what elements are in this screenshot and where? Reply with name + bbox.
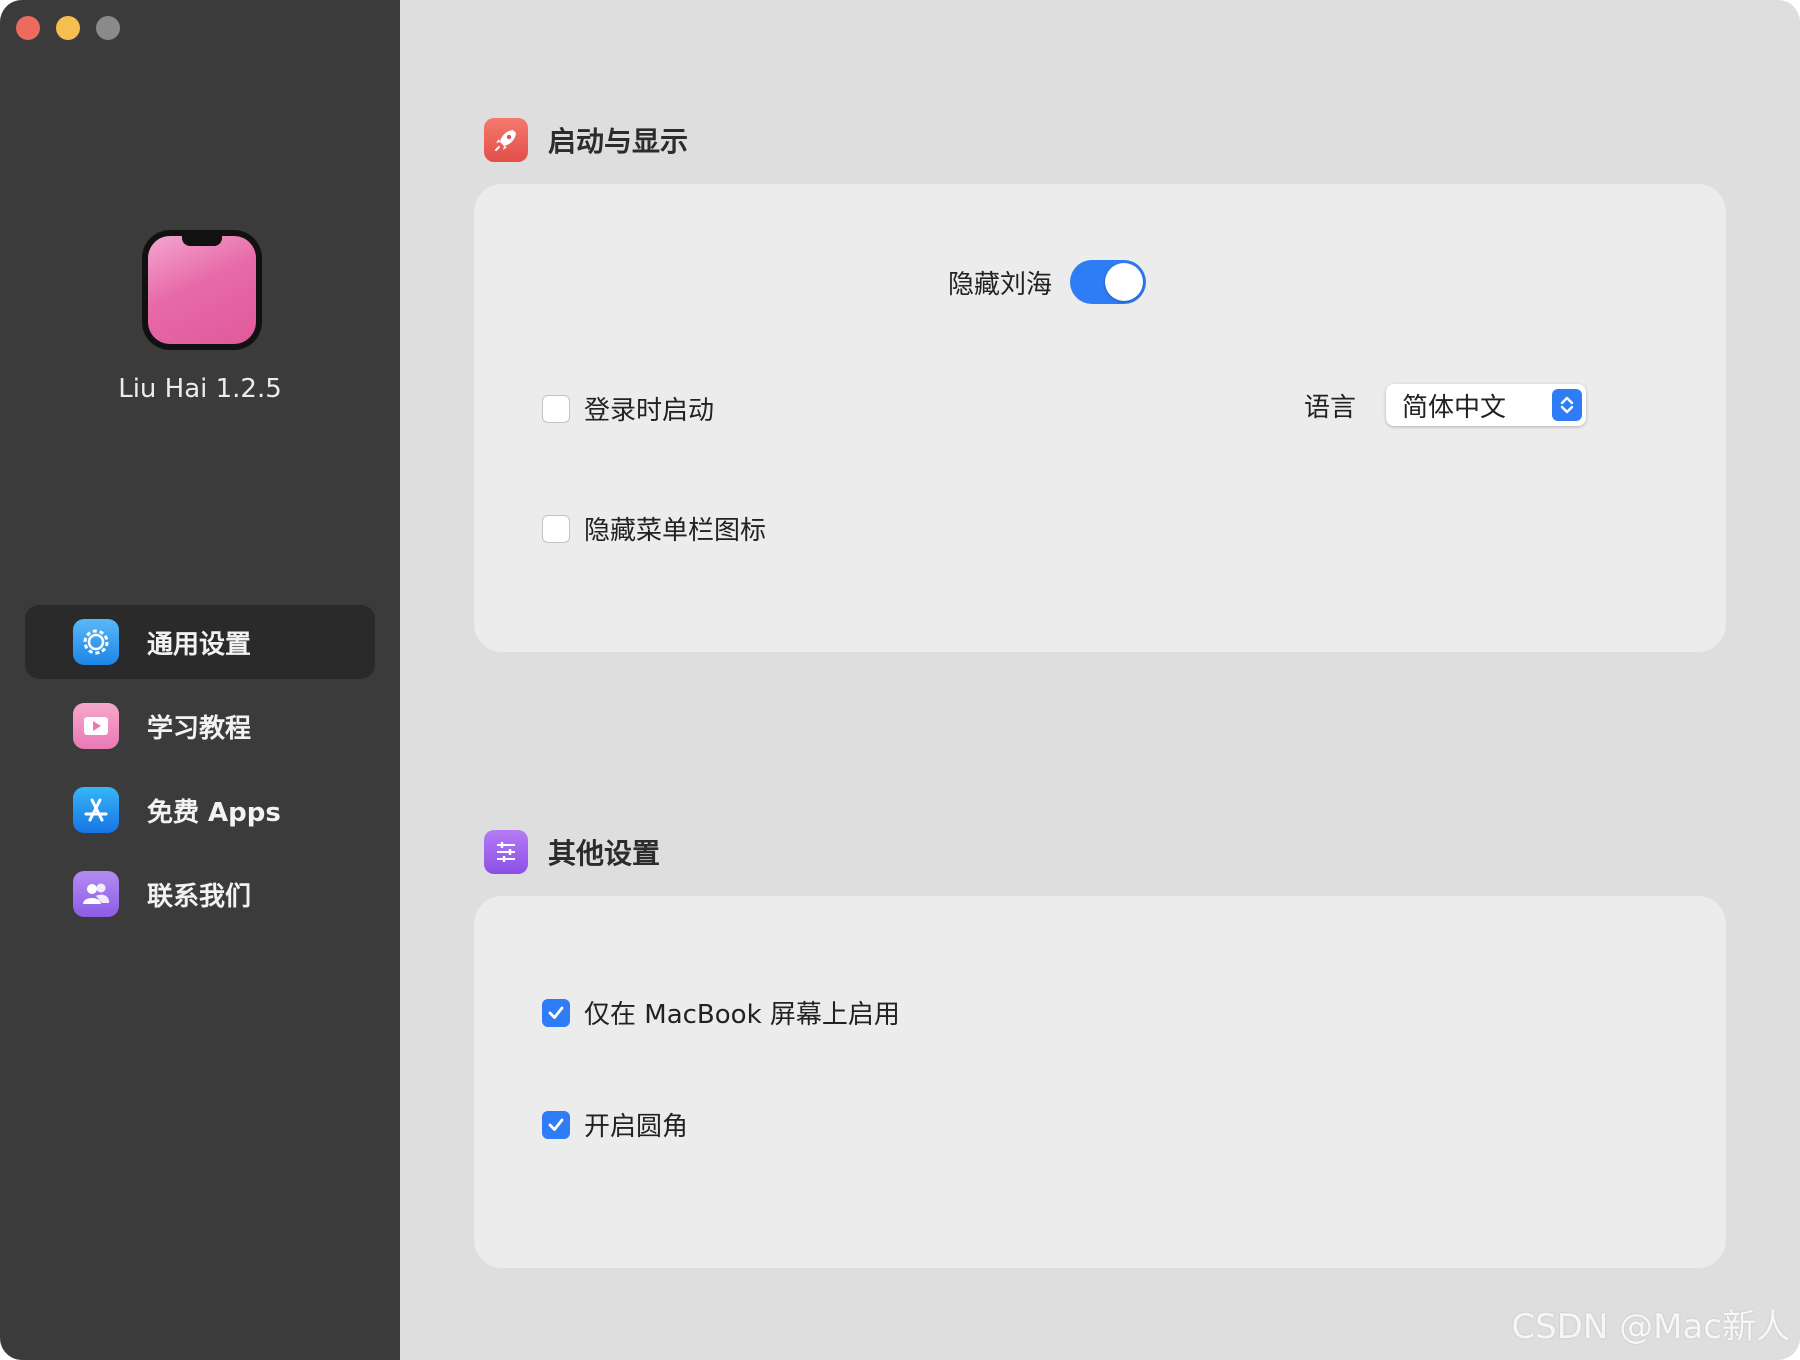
app-name-version: Liu Hai 1.2.5 bbox=[118, 374, 282, 404]
people-icon bbox=[73, 871, 119, 917]
section-header-startup: 启动与显示 bbox=[484, 118, 688, 162]
launch-at-login-row: 登录时启动 bbox=[542, 390, 714, 427]
sidebar-item-general-settings[interactable]: 通用设置 bbox=[25, 605, 375, 679]
launch-at-login-label: 登录时启动 bbox=[584, 396, 715, 426]
gear-icon bbox=[73, 619, 119, 665]
app-store-icon bbox=[73, 787, 119, 833]
sidebar-item-label: 通用设置 bbox=[147, 629, 252, 660]
language-label: 语言 bbox=[1304, 392, 1357, 423]
settings-window: Liu Hai 1.2.5 通用设置 学习教程 免费 Apps 联系我们 启动与… bbox=[0, 0, 1800, 1360]
startup-settings-card: 隐藏刘海 登录时启动 语言 简体中文 隐藏菜单栏图标 bbox=[474, 184, 1726, 652]
other-settings-card: 仅在 MacBook 屏幕上启用 开启圆角 bbox=[474, 896, 1726, 1268]
launch-at-login-checkbox[interactable] bbox=[542, 394, 570, 423]
hide-notch-toggle[interactable] bbox=[1070, 260, 1146, 304]
macbook-only-row: 仅在 MacBook 屏幕上启用 bbox=[542, 994, 900, 1031]
checkmark-icon bbox=[548, 1006, 564, 1019]
sliders-icon bbox=[484, 830, 528, 874]
rounded-corners-row: 开启圆角 bbox=[542, 1106, 688, 1143]
hide-menubar-icon-row: 隐藏菜单栏图标 bbox=[542, 510, 766, 547]
hide-notch-row: 隐藏刘海 bbox=[474, 260, 1726, 304]
sidebar-nav: 通用设置 学习教程 免费 Apps 联系我们 bbox=[25, 605, 375, 941]
chevron-up-down-icon bbox=[1552, 389, 1583, 421]
window-controls bbox=[16, 16, 120, 40]
hide-notch-label: 隐藏刘海 bbox=[947, 269, 1052, 300]
main-content: 启动与显示 隐藏刘海 登录时启动 语言 简体中文 隐藏菜单栏图标 其他设置 仅在… bbox=[400, 0, 1800, 1360]
sidebar-item-tutorials[interactable]: 学习教程 bbox=[25, 689, 375, 763]
sidebar-item-label: 联系我们 bbox=[147, 881, 252, 912]
hide-menubar-icon-checkbox[interactable] bbox=[542, 514, 570, 543]
language-select[interactable]: 简体中文 bbox=[1386, 384, 1587, 426]
sidebar: Liu Hai 1.2.5 通用设置 学习教程 免费 Apps 联系我们 bbox=[0, 0, 400, 1360]
sidebar-item-free-apps[interactable]: 免费 Apps bbox=[25, 773, 375, 847]
watermark: CSDN @Mac新人 bbox=[1511, 1307, 1790, 1347]
section-header-other: 其他设置 bbox=[484, 830, 660, 874]
section-title: 启动与显示 bbox=[548, 125, 689, 158]
sidebar-item-contact-us[interactable]: 联系我们 bbox=[25, 857, 375, 931]
language-selected-value: 简体中文 bbox=[1402, 392, 1507, 423]
macbook-only-label: 仅在 MacBook 屏幕上启用 bbox=[584, 1000, 900, 1030]
rounded-corners-checkbox[interactable] bbox=[542, 1110, 570, 1139]
macbook-only-checkbox[interactable] bbox=[542, 998, 570, 1027]
section-title: 其他设置 bbox=[548, 837, 661, 870]
sidebar-item-label: 学习教程 bbox=[147, 713, 252, 744]
rounded-corners-label: 开启圆角 bbox=[584, 1112, 689, 1142]
rocket-icon bbox=[484, 118, 528, 162]
sidebar-item-label: 免费 Apps bbox=[147, 797, 281, 828]
hide-menubar-icon-label: 隐藏菜单栏图标 bbox=[584, 516, 767, 546]
checkmark-icon bbox=[548, 1118, 564, 1131]
video-icon bbox=[73, 703, 119, 749]
app-logo-icon bbox=[142, 230, 262, 350]
close-button[interactable] bbox=[16, 16, 40, 40]
language-row: 语言 简体中文 bbox=[1304, 384, 1587, 426]
zoom-button[interactable] bbox=[96, 16, 120, 40]
minimize-button[interactable] bbox=[56, 16, 80, 40]
